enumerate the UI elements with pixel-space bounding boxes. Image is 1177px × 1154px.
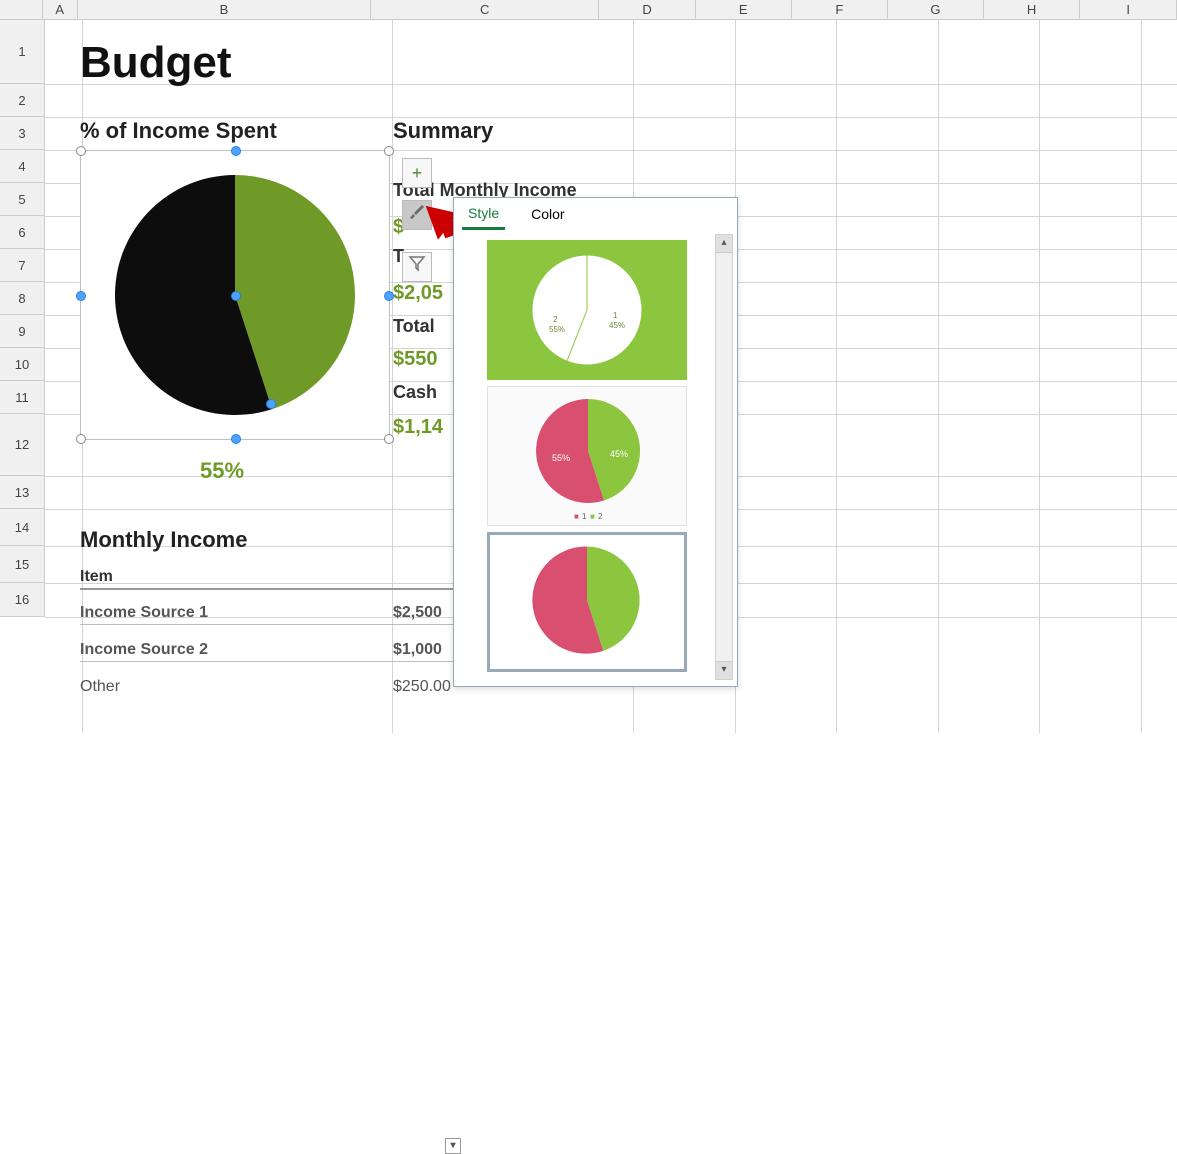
tab-color[interactable]: Color: [525, 200, 570, 228]
svg-text:1: 1: [613, 311, 618, 320]
row-9[interactable]: 9: [0, 315, 44, 348]
row-16[interactable]: 16: [0, 583, 44, 617]
filter-dropdown-icon[interactable]: ▾: [445, 1138, 461, 1154]
style-option-1[interactable]: 1 45% 2 55%: [487, 240, 687, 380]
table-cell-amount: $2,500: [393, 604, 442, 622]
col-G[interactable]: G: [888, 0, 984, 19]
pie-chart[interactable]: [80, 150, 390, 440]
scroll-up-icon[interactable]: ▴: [716, 235, 732, 253]
style-thumbnails: 1 45% 2 55% 45% 55% ■ 1 ■ 2: [460, 234, 713, 680]
table-cell-amount: $250.00: [393, 678, 451, 696]
chart-title: % of Income Spent: [80, 118, 277, 144]
svg-text:55%: 55%: [549, 325, 565, 334]
monthly-income-heading: Monthly Income: [80, 527, 247, 553]
col-I[interactable]: I: [1080, 0, 1177, 19]
row-headers: 12345678910111213141516: [0, 20, 45, 617]
row-15[interactable]: 15: [0, 546, 44, 583]
row-7[interactable]: 7: [0, 249, 44, 282]
table-header-item: Item: [80, 568, 113, 585]
col-F[interactable]: F: [792, 0, 889, 19]
tab-style[interactable]: Style: [462, 199, 505, 230]
svg-text:45%: 45%: [609, 321, 625, 330]
row-3[interactable]: 3: [0, 117, 44, 150]
page-title: Budget: [80, 38, 232, 88]
table-cell-item: Other: [80, 678, 120, 695]
row-11[interactable]: 11: [0, 381, 44, 414]
svg-text:2: 2: [553, 315, 558, 324]
row-2[interactable]: 2: [0, 84, 44, 117]
svg-text:■: ■: [574, 512, 579, 521]
row-4[interactable]: 4: [0, 150, 44, 183]
row-12[interactable]: 12: [0, 414, 44, 476]
row-6[interactable]: 6: [0, 216, 44, 249]
row-10[interactable]: 10: [0, 348, 44, 381]
row-5[interactable]: 5: [0, 183, 44, 216]
row-1[interactable]: 1: [0, 20, 44, 84]
col-B[interactable]: B: [78, 0, 371, 19]
chart-filter-button[interactable]: [402, 252, 432, 282]
column-headers: A B C D E F G H I: [0, 0, 1177, 20]
row-13[interactable]: 13: [0, 476, 44, 509]
style-option-2[interactable]: 45% 55% ■ 1 ■ 2: [487, 386, 687, 526]
col-D[interactable]: D: [599, 0, 696, 19]
col-E[interactable]: E: [696, 0, 792, 19]
scroll-down-icon[interactable]: ▾: [716, 661, 732, 679]
brush-icon: [407, 205, 427, 225]
svg-text:45%: 45%: [610, 449, 628, 459]
chart-add-element-button[interactable]: +: [402, 158, 432, 188]
svg-text:■: ■: [590, 512, 595, 521]
chart-style-panel: Style Color 1 45% 2 55%: [453, 197, 738, 687]
col-C[interactable]: C: [371, 0, 599, 19]
funnel-icon: [407, 257, 427, 277]
summary-heading: Summary: [393, 118, 493, 144]
scrollbar[interactable]: ▴ ▾: [715, 234, 733, 680]
col-H[interactable]: H: [984, 0, 1081, 19]
plus-icon: +: [412, 163, 423, 183]
row-14[interactable]: 14: [0, 509, 44, 546]
svg-text:55%: 55%: [552, 453, 570, 463]
table-cell-item: Income Source 1: [80, 604, 208, 621]
col-A[interactable]: A: [43, 0, 78, 19]
svg-text:2: 2: [598, 512, 603, 521]
table-cell-amount: $1,000: [393, 641, 442, 659]
svg-text:1: 1: [582, 512, 587, 521]
table-cell-item: Income Source 2: [80, 641, 208, 658]
row-8[interactable]: 8: [0, 282, 44, 315]
chart-data-label: 55%: [200, 458, 244, 484]
style-option-3-selected[interactable]: [487, 532, 687, 672]
